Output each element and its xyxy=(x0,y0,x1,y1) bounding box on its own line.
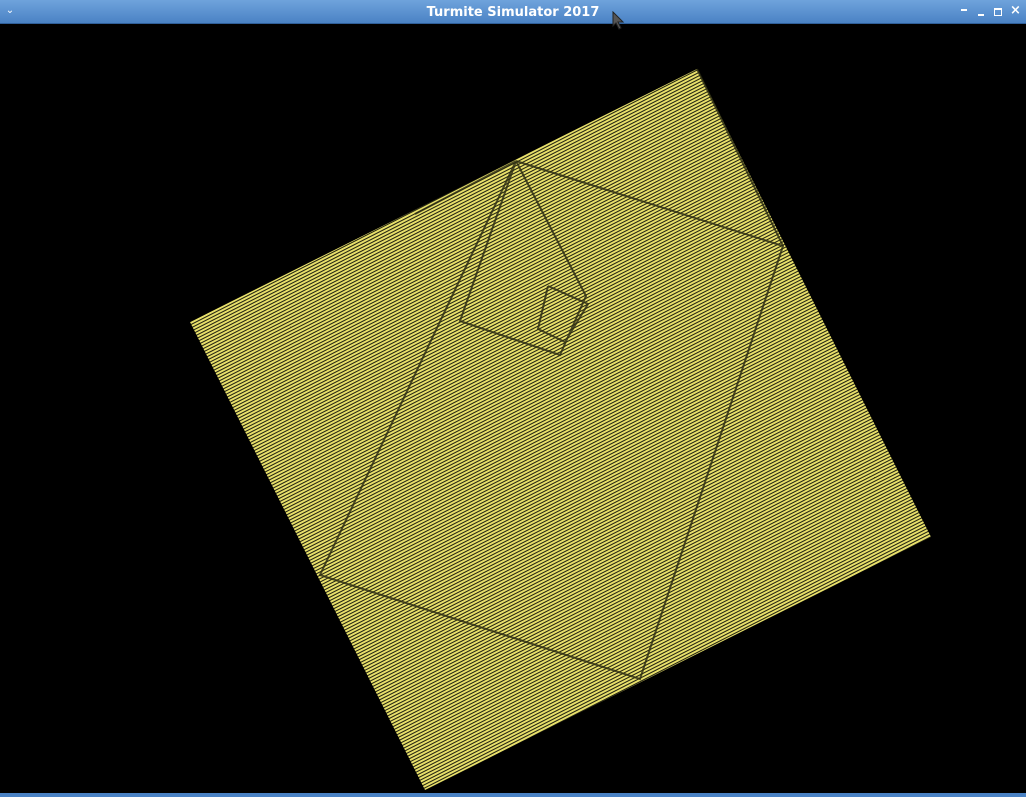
maximize-icon xyxy=(994,8,1002,16)
close-button[interactable]: × xyxy=(1007,3,1023,19)
maximize-button[interactable] xyxy=(990,3,1006,19)
chevron-down-icon: ⌄ xyxy=(5,5,15,16)
app-window: ⌄ Turmite Simulator 2017 × xyxy=(0,0,1026,797)
window-title: Turmite Simulator 2017 xyxy=(426,5,600,20)
shade-button[interactable] xyxy=(956,3,972,19)
close-icon: × xyxy=(1010,3,1021,18)
window-menu-button[interactable]: ⌄ xyxy=(3,4,17,18)
turmite-pattern-texture xyxy=(190,69,931,790)
minimize-icon xyxy=(978,14,984,16)
turmite-render xyxy=(190,68,931,790)
shade-icon xyxy=(961,9,967,11)
minimize-button[interactable] xyxy=(973,3,989,19)
title-bar[interactable]: ⌄ Turmite Simulator 2017 × xyxy=(0,0,1026,24)
mouse-cursor-icon xyxy=(612,11,625,30)
simulation-canvas[interactable] xyxy=(0,24,1026,793)
window-controls: × xyxy=(956,3,1023,19)
window-bottom-border xyxy=(0,793,1026,797)
